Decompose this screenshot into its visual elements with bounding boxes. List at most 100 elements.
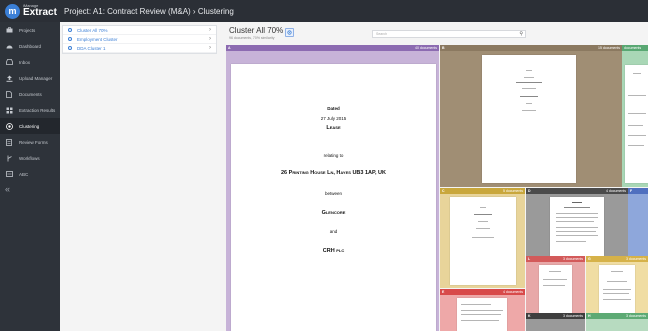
panel-header: documents [622, 45, 648, 51]
app-logo[interactable]: m iManage Extract [0, 0, 58, 22]
search-input[interactable]: Search ⚲ [372, 30, 526, 38]
panel-letter: H [588, 314, 591, 318]
radio-icon [68, 37, 72, 41]
document-thumbnail[interactable] [450, 197, 516, 285]
panel-header: C 5 documents [440, 188, 525, 194]
chevron-right-icon: › [209, 45, 211, 51]
sidebar-item-label: Inbox [19, 59, 31, 65]
panel-header: E 4 documents [440, 289, 525, 295]
panel-letter: G [588, 257, 591, 261]
panel-count: 3 documents [625, 314, 646, 318]
sidebar-item-dashboard[interactable]: Dashboard [0, 38, 60, 54]
panel-letter: F [630, 189, 633, 193]
radio-icon [68, 46, 72, 50]
panel-header: K 3 documents [526, 313, 585, 319]
panel-header: B 15 documents [440, 45, 622, 51]
grid-icon [5, 106, 13, 114]
cluster-item-label: Employment Cluster [77, 36, 118, 42]
panel-letter: D [528, 189, 531, 193]
cluster-panel-f[interactable]: F [628, 188, 648, 256]
dashboard-icon [5, 42, 13, 50]
sidebar-item-label: Documents [19, 91, 42, 97]
panel-count: 3 documents [562, 314, 583, 318]
panel-count: 3 documents [562, 257, 583, 261]
panel-header: D 4 documents [526, 188, 628, 194]
cluster-item[interactable]: Employment Cluster › [63, 35, 216, 44]
panel-letter: L [528, 257, 531, 261]
cluster-item[interactable]: Cluster All 70% › [63, 26, 216, 35]
sidebar-item-label: Projects [19, 27, 36, 33]
sidebar-item-clustering[interactable]: Clustering [0, 118, 60, 134]
panel-letter: B [442, 46, 445, 50]
panel-letter: E [442, 290, 445, 294]
workflow-icon [5, 154, 13, 162]
cluster-panel-g[interactable]: G 3 documents [586, 256, 648, 313]
cluster-panel-partial[interactable]: documents [622, 45, 648, 187]
logo-text: iManage Extract [23, 4, 57, 18]
doc-party1: Glencore [321, 210, 346, 216]
sidebar-item-label: Upload Manager [19, 75, 53, 81]
panel-letter: C [442, 189, 445, 193]
sidebar-item-label: Extraction Results [19, 107, 56, 113]
panel-count: documents [624, 46, 642, 50]
cluster-panel-c[interactable]: C 5 documents [440, 188, 525, 288]
document-thumbnail[interactable]: Dated 27 July 2015 Lease relating to 26 … [231, 64, 436, 331]
document-thumbnail[interactable] [625, 65, 648, 183]
panel-header: L 3 documents [526, 256, 585, 262]
sidebar-item-label: Dashboard [19, 43, 42, 49]
document-thumbnail[interactable] [457, 298, 507, 331]
doc-relating: relating to [323, 153, 344, 158]
gear-icon [287, 30, 292, 35]
doc-dated: Dated [327, 106, 340, 111]
panel-count: 5 documents [502, 189, 523, 193]
panel-count: 3 documents [625, 257, 646, 261]
document-thumbnail[interactable] [482, 55, 576, 183]
breadcrumb: Project: A1: Contract Review (M&A) › Clu… [64, 6, 234, 16]
cluster-panel-k[interactable]: K 3 documents [526, 313, 585, 331]
upload-icon [5, 74, 13, 82]
logo-big-text: Extract [23, 7, 57, 18]
sidebar-item-label: Review Forms [19, 139, 48, 145]
panel-header: G 3 documents [586, 256, 648, 262]
cluster-panel-d[interactable]: D 4 documents [526, 188, 628, 256]
cluster-panel-e[interactable]: E 4 documents [440, 289, 525, 331]
sidebar-item-extraction-results[interactable]: Extraction Results [0, 102, 60, 118]
cluster-header: Cluster All 70% 96 documents, 70% simila… [226, 24, 648, 45]
page-title: Cluster All 70% [229, 26, 284, 35]
cluster-panel-b[interactable]: B 15 documents [440, 45, 622, 187]
sidebar-item-abc[interactable]: ABC [0, 166, 60, 182]
panel-letter: A [228, 46, 231, 50]
cluster-item[interactable]: DDA Cluster 1 › [63, 44, 216, 53]
sidebar-item-upload-manager[interactable]: Upload Manager [0, 70, 60, 86]
document-thumbnail[interactable] [539, 265, 572, 313]
sidebar-item-label: Workflows [19, 155, 40, 161]
sidebar-item-label: Clustering [19, 123, 40, 129]
cluster-item-label: Cluster All 70% [77, 27, 108, 33]
radio-icon [68, 28, 72, 32]
panel-count: 4 documents [502, 290, 523, 294]
top-bar: m iManage Extract Project: A1: Contract … [0, 0, 648, 22]
doc-party2: CRH plc [322, 248, 345, 254]
sidebar-item-documents[interactable]: Documents [0, 86, 60, 102]
abc-icon [5, 170, 13, 178]
sidebar-item-projects[interactable]: Projects [0, 22, 60, 38]
document-thumbnail[interactable] [599, 265, 635, 313]
cluster-settings-button[interactable] [285, 28, 294, 37]
cluster-panel-a[interactable]: A 40 documents Dated 27 July 2015 Lease … [226, 45, 439, 331]
cluster-list: Cluster All 70% › Employment Cluster › D… [62, 25, 217, 54]
search-icon[interactable]: ⚲ [519, 31, 523, 37]
target-icon [5, 122, 13, 130]
briefcase-icon [5, 26, 13, 34]
cluster-panel-h[interactable]: H 3 documents [586, 313, 648, 331]
doc-title: Lease [326, 125, 341, 131]
document-thumbnail[interactable] [550, 197, 604, 256]
sidebar-item-workflows[interactable]: Workflows [0, 150, 60, 166]
collapse-sidebar-button[interactable]: « [0, 184, 60, 194]
sidebar-item-inbox[interactable]: Inbox [0, 54, 60, 70]
form-icon [5, 138, 13, 146]
doc-between: between [324, 191, 342, 196]
sidebar-item-review-forms[interactable]: Review Forms [0, 134, 60, 150]
cluster-panel-l[interactable]: L 3 documents [526, 256, 585, 313]
logo-badge: m [5, 3, 20, 19]
panel-count: 15 documents [598, 46, 620, 50]
